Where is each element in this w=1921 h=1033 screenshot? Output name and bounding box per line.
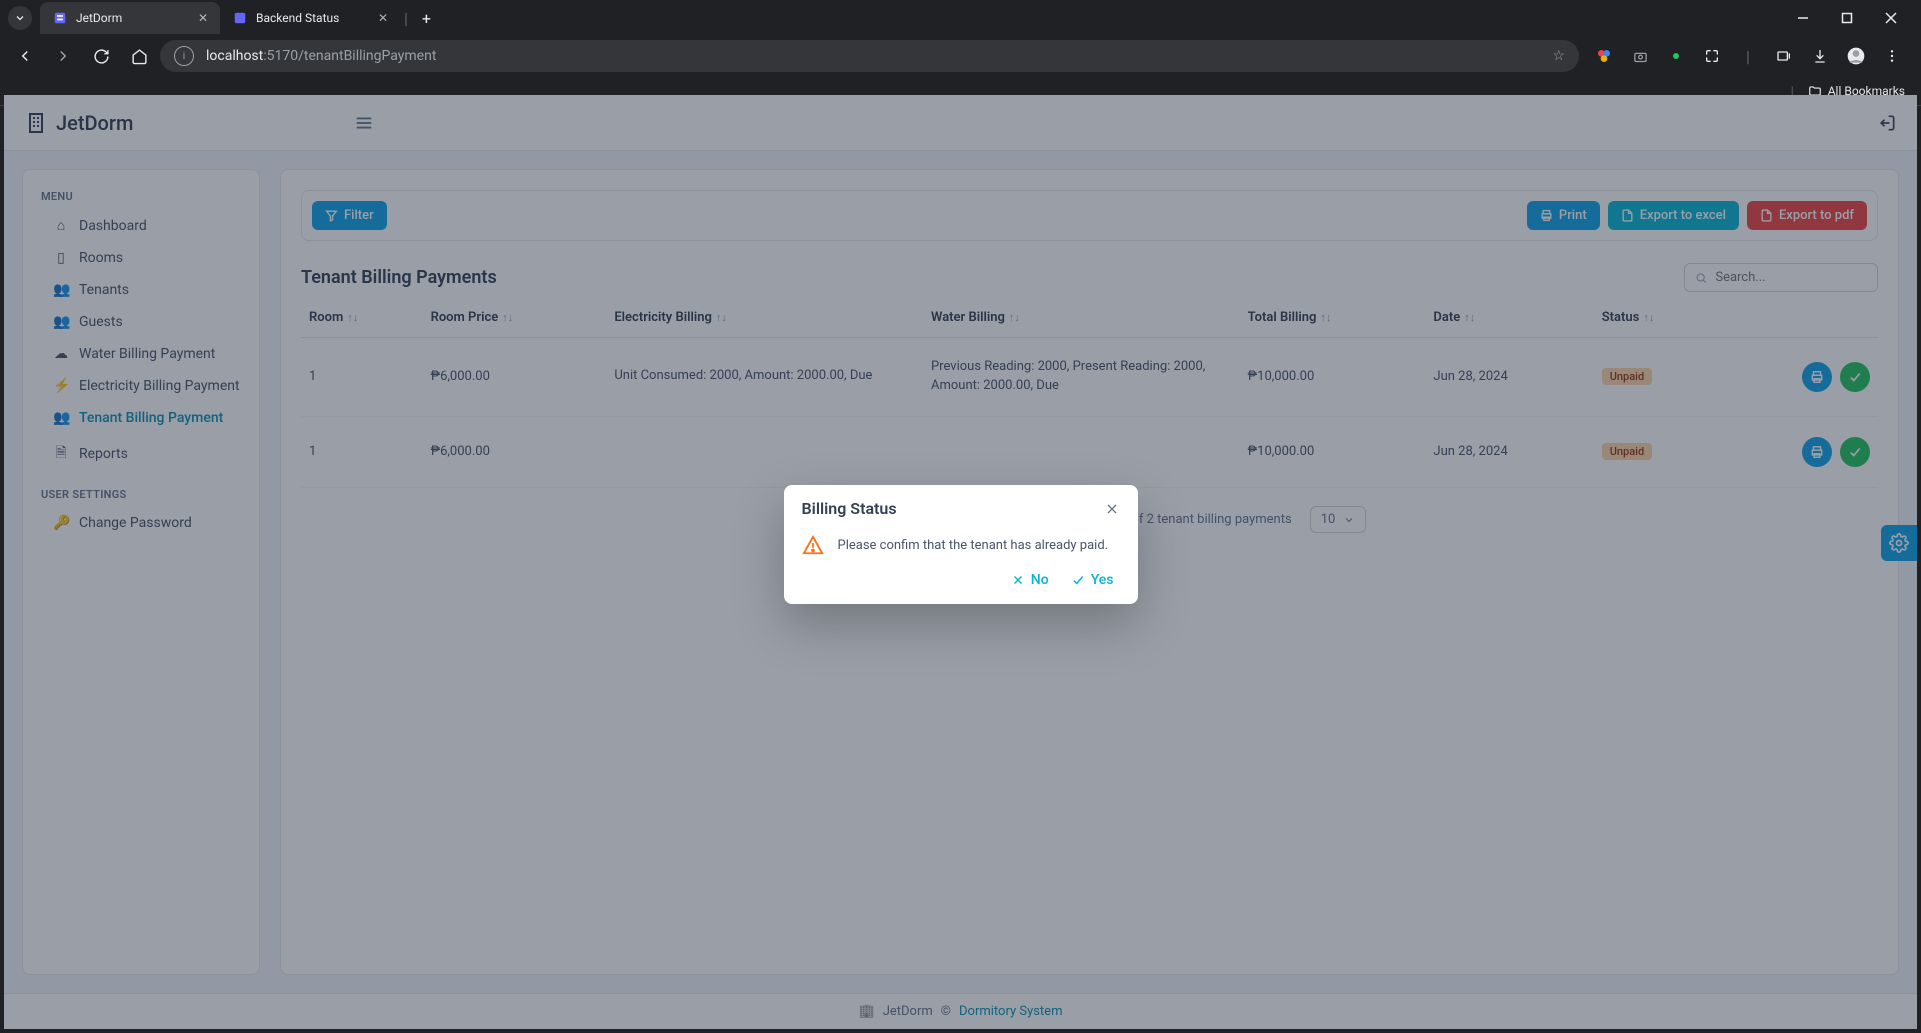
maximize-button[interactable] — [1825, 2, 1869, 34]
tab-divider: | — [404, 9, 408, 28]
download-icon[interactable] — [1805, 41, 1835, 71]
reload-button[interactable] — [84, 39, 118, 73]
site-info-icon[interactable]: i — [174, 46, 194, 66]
tab-favicon — [52, 10, 68, 26]
bookmark-star-icon[interactable]: ☆ — [1552, 48, 1565, 64]
camera-icon[interactable] — [1625, 41, 1655, 71]
home-button[interactable] — [122, 39, 156, 73]
window-controls — [1781, 2, 1913, 34]
tab-close-icon[interactable]: ✕ — [198, 11, 208, 25]
shield-icon[interactable] — [1661, 41, 1691, 71]
modal-no-label: No — [1031, 572, 1049, 588]
nav-forward-button[interactable] — [46, 39, 80, 73]
url-host: localhost — [206, 48, 263, 64]
extensions-puzzle-icon[interactable] — [1697, 41, 1727, 71]
new-tab-button[interactable]: + — [412, 9, 441, 28]
url-path: /tenantBillingPayment — [298, 48, 436, 64]
close-window-button[interactable] — [1869, 2, 1913, 34]
billing-status-modal: Billing Status Please confim that the te… — [784, 485, 1138, 604]
kebab-menu-icon[interactable] — [1877, 41, 1907, 71]
url-port: :5170 — [263, 48, 298, 64]
browser-chrome: JetDorm ✕ Backend Status ✕ | + i localho… — [0, 0, 1921, 106]
tab-bar: JetDorm ✕ Backend Status ✕ | + — [0, 0, 1921, 36]
tab-jetdorm[interactable]: JetDorm ✕ — [40, 2, 220, 34]
media-icon[interactable] — [1769, 41, 1799, 71]
modal-header: Billing Status — [784, 485, 1138, 526]
minimize-button[interactable] — [1781, 2, 1825, 34]
modal-yes-label: Yes — [1091, 572, 1114, 588]
modal-actions: No Yes — [784, 568, 1138, 604]
tab-title: JetDorm — [76, 11, 122, 25]
modal-overlay[interactable]: Billing Status Please confim that the te… — [4, 95, 1917, 1029]
tab-title: Backend Status — [256, 11, 339, 25]
nav-back-button[interactable] — [8, 39, 42, 73]
modal-body: Please confim that the tenant has alread… — [784, 526, 1138, 568]
modal-close-button[interactable] — [1104, 501, 1120, 517]
tabs-dropdown-button[interactable] — [8, 6, 32, 30]
modal-yes-button[interactable]: Yes — [1071, 572, 1114, 588]
extension-icon[interactable] — [1589, 41, 1619, 71]
close-icon — [1104, 501, 1120, 517]
modal-no-button[interactable]: No — [1011, 572, 1049, 588]
tab-backend-status[interactable]: Backend Status ✕ — [220, 2, 400, 34]
address-bar-row: i localhost:5170/tenantBillingPayment ☆ … — [0, 36, 1921, 76]
app-window: JetDorm MENU ⌂Dashboard ▯Rooms 👥Tenants … — [4, 95, 1917, 1029]
browser-toolbar-icons: | — [1583, 41, 1913, 71]
check-icon — [1071, 573, 1085, 587]
tab-favicon — [232, 10, 248, 26]
warning-icon — [802, 534, 824, 556]
tab-close-icon[interactable]: ✕ — [378, 11, 388, 25]
modal-message: Please confim that the tenant has alread… — [838, 538, 1109, 553]
address-bar[interactable]: i localhost:5170/tenantBillingPayment ☆ — [160, 40, 1579, 72]
toolbar-divider: | — [1733, 41, 1763, 71]
close-icon — [1011, 573, 1025, 587]
modal-title: Billing Status — [802, 499, 897, 518]
profile-avatar-icon[interactable] — [1841, 41, 1871, 71]
